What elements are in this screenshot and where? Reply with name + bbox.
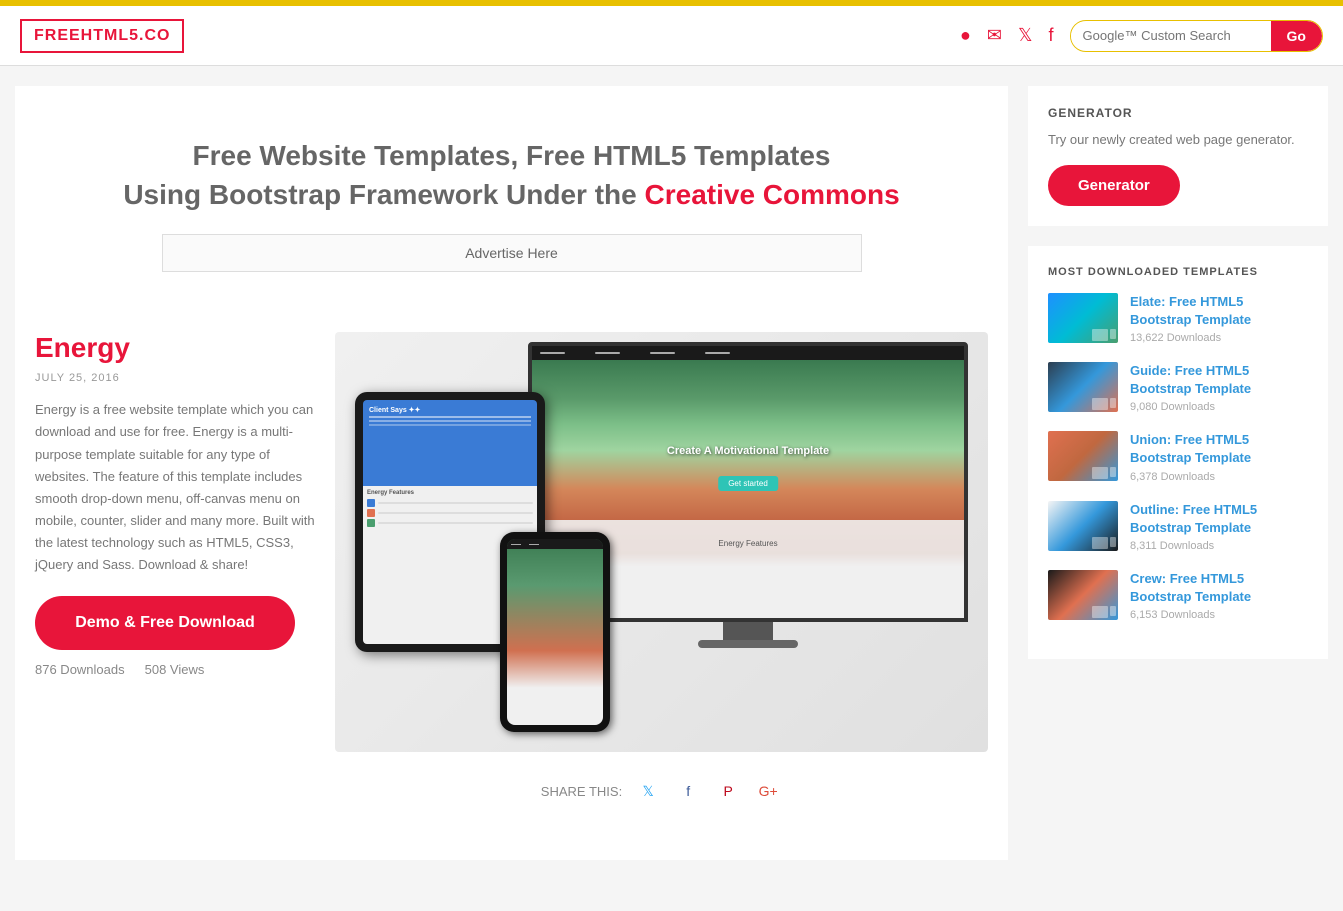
template-info: Guide: Free HTML5 Bootstrap Template 9,0… [1130,362,1308,413]
template-thumbnail [1048,431,1118,481]
logo-box[interactable]: FREEHTML5.CO [20,19,184,53]
tab-feature3 [367,519,533,527]
phone-screen [507,539,603,725]
tablet-line2 [369,420,531,422]
tab-feature2 [367,509,533,517]
logo-text: FREEHTML5.CO [34,27,170,44]
advertise-text: Advertise Here [465,245,558,261]
hero-title-part1: Free Website Templates, Free HTML5 Templ… [193,140,831,171]
tab-section-title: Energy Features [367,490,533,496]
monitor-base [698,640,798,648]
tablet-line3 [369,424,531,426]
generator-button[interactable]: Generator [1048,165,1180,206]
hero-title-part2: Using Bootstrap Framework Under the [123,179,636,210]
article: Energy JULY 25, 2016 Energy is a free we… [35,332,988,840]
twitter-share-icon[interactable]: 𝕏 [634,777,662,805]
article-description: Energy is a free website template which … [35,399,315,576]
template-thumbnail [1048,570,1118,620]
share-section: SHARE THIS: 𝕏 f P G+ [335,762,988,820]
twitter-icon[interactable]: 𝕏 [1018,25,1033,46]
search-input[interactable] [1071,22,1271,49]
views-count: 508 Views [145,662,205,677]
overlay-text: Create A Motivational Template [667,445,829,457]
hero-title: Free Website Templates, Free HTML5 Templ… [55,136,968,214]
template-thumbnail [1048,501,1118,551]
article-left: Energy JULY 25, 2016 Energy is a free we… [35,332,315,820]
hero-title-highlight: Creative Commons [645,179,900,210]
header: FREEHTML5.CO ● ✉ 𝕏 f Go [0,6,1343,66]
generator-description: Try our newly created web page generator… [1048,130,1308,150]
tab-feature1 [367,499,533,507]
main-content: Free Website Templates, Free HTML5 Templ… [15,86,1008,860]
facebook-share-icon[interactable]: f [674,777,702,805]
search-bar: Go [1070,20,1323,52]
template-downloads: 13,622 Downloads [1130,332,1308,344]
monitor-nav [532,346,964,360]
advertise-bar[interactable]: Advertise Here [162,234,862,272]
main-layout: Free Website Templates, Free HTML5 Templ… [0,66,1343,880]
template-item: Elate: Free HTML5 Bootstrap Template 13,… [1048,293,1308,344]
template-info: Outline: Free HTML5 Bootstrap Template 8… [1130,501,1308,552]
template-downloads: 8,311 Downloads [1130,540,1308,552]
phone-frame [500,532,610,732]
demo-download-button[interactable]: Demo & Free Download [35,596,295,650]
tablet-line [369,416,531,418]
template-item: Outline: Free HTML5 Bootstrap Template 8… [1048,501,1308,552]
go-button[interactable]: Go [1271,21,1322,51]
header-right: ● ✉ 𝕏 f Go [960,20,1323,52]
template-info: Elate: Free HTML5 Bootstrap Template 13,… [1130,293,1308,344]
template-name[interactable]: Guide: Free HTML5 Bootstrap Template [1130,362,1308,398]
nav-item [595,352,620,354]
generator-title: GENERATOR [1048,106,1308,120]
tablet-top: Client Says ✦✦ [363,400,537,485]
templates-list: Elate: Free HTML5 Bootstrap Template 13,… [1048,293,1308,622]
email-icon[interactable]: ✉ [987,25,1002,46]
sidebar: GENERATOR Try our newly created web page… [1028,86,1328,860]
facebook-icon[interactable]: f [1049,25,1054,46]
template-name[interactable]: Union: Free HTML5 Bootstrap Template [1130,431,1308,467]
nav-item [650,352,675,354]
monitor-stand [723,622,773,640]
pinterest-share-icon[interactable]: P [714,777,742,805]
template-name[interactable]: Elate: Free HTML5 Bootstrap Template [1130,293,1308,329]
phone-device [500,532,610,732]
template-info: Union: Free HTML5 Bootstrap Template 6,3… [1130,431,1308,482]
article-title: Energy [35,332,315,364]
template-name[interactable]: Crew: Free HTML5 Bootstrap Template [1130,570,1308,606]
template-item: Guide: Free HTML5 Bootstrap Template 9,0… [1048,362,1308,413]
article-stats: 876 Downloads 508 Views [35,662,315,677]
template-downloads: 9,080 Downloads [1130,401,1308,413]
share-label: SHARE THIS: [541,784,622,799]
downloads-count: 876 Downloads [35,662,125,677]
template-item: Union: Free HTML5 Bootstrap Template 6,3… [1048,431,1308,482]
rss-icon[interactable]: ● [960,25,971,46]
template-name[interactable]: Outline: Free HTML5 Bootstrap Template [1130,501,1308,537]
sidebar-generator: GENERATOR Try our newly created web page… [1028,86,1328,226]
article-image: Create A Motivational Template Get start… [335,332,988,820]
nav-item [540,352,565,354]
phone-nav [507,539,603,549]
cta-btn: Get started [718,476,778,491]
template-info: Crew: Free HTML5 Bootstrap Template 6,15… [1130,570,1308,621]
sidebar-downloads: MOST DOWNLOADED TEMPLATES Elate: Free HT… [1028,246,1328,660]
hero: Free Website Templates, Free HTML5 Templ… [35,106,988,312]
googleplus-share-icon[interactable]: G+ [754,777,782,805]
nav-item [705,352,730,354]
template-downloads: 6,378 Downloads [1130,471,1308,483]
template-downloads: 6,153 Downloads [1130,609,1308,621]
downloads-title: MOST DOWNLOADED TEMPLATES [1048,266,1308,278]
template-thumbnail [1048,362,1118,412]
device-mockup: Create A Motivational Template Get start… [335,332,988,752]
template-thumbnail [1048,293,1118,343]
article-date: JULY 25, 2016 [35,372,315,384]
template-item: Crew: Free HTML5 Bootstrap Template 6,15… [1048,570,1308,621]
tablet-title: Client Says ✦✦ [369,406,531,414]
